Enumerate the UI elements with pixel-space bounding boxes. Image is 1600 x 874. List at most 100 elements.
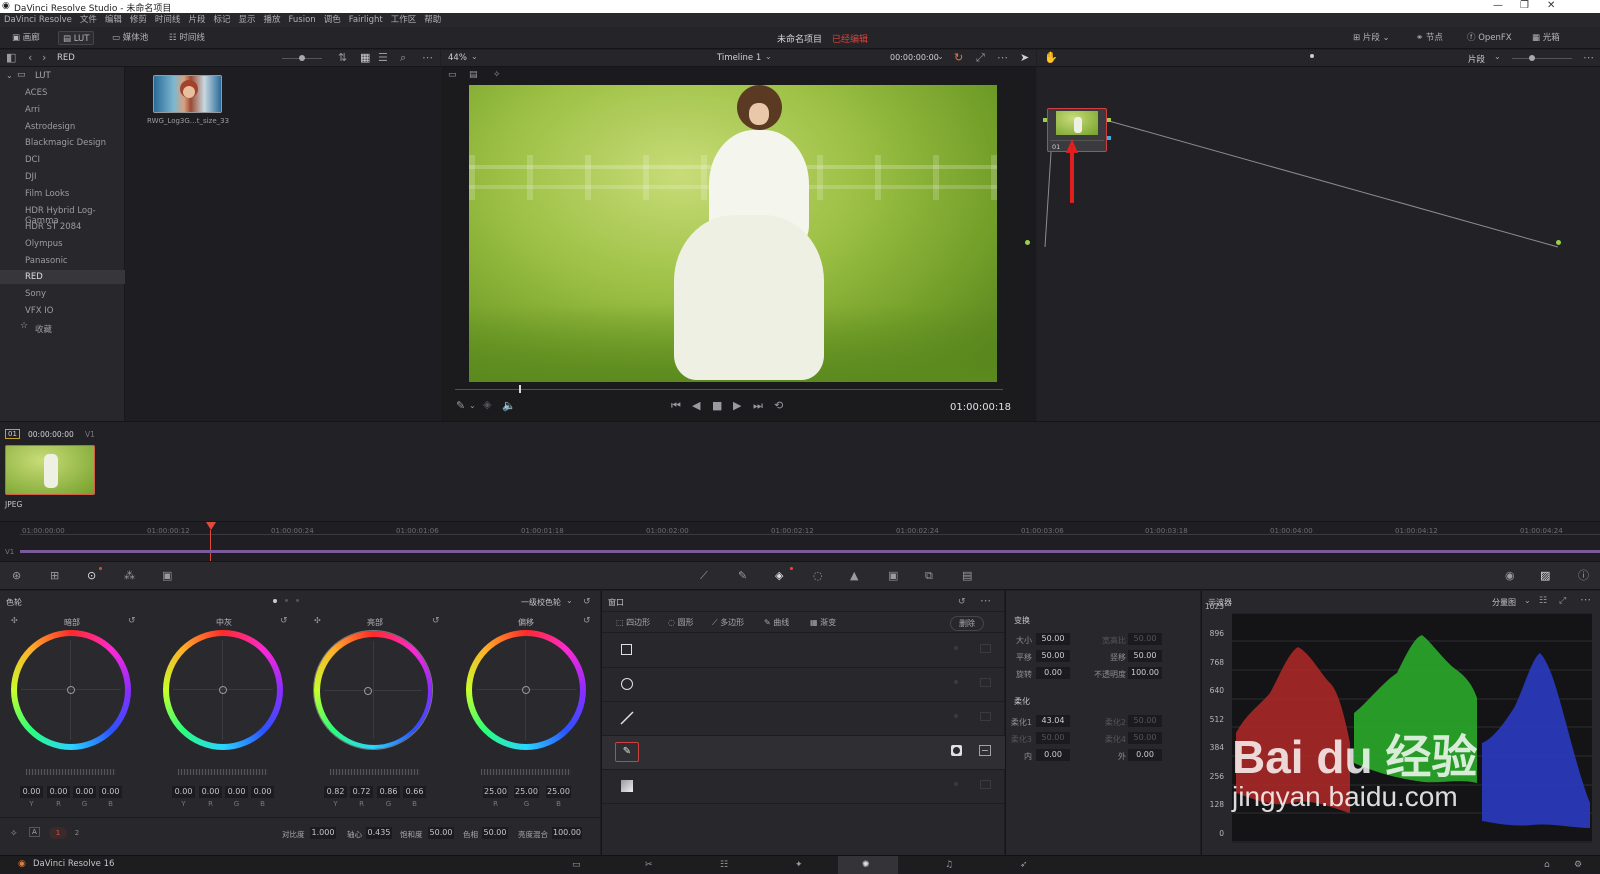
key-icon[interactable]: ⧉ [925,570,933,582]
wheel-mode[interactable]: 一级校色轮 [521,597,561,608]
pointer-icon[interactable]: ➤ [1020,52,1029,64]
mask-toggle[interactable] [980,780,991,789]
page-2-button[interactable]: 2 [70,827,84,839]
more-options-icon[interactable]: ⋯ [997,52,1008,64]
color-wheels-icon[interactable]: ⊙ [87,570,96,582]
cut-page-icon[interactable]: ✂ [645,859,653,871]
page-dot-active[interactable] [273,599,277,603]
fullscreen-icon[interactable]: ⤢ [1559,595,1566,607]
contrast-value[interactable]: 1.000 [310,827,336,839]
edit-page-icon[interactable]: ☷ [720,859,728,871]
menu-item[interactable]: Fusion [285,13,320,27]
lut-root[interactable]: LUT [35,71,51,81]
invert-toggle[interactable] [954,714,958,718]
soft3-field[interactable]: 50.00 [1036,732,1070,744]
invert-toggle[interactable] [954,646,958,650]
window-row-curve-active[interactable]: ✎ [602,736,1005,770]
forward-icon[interactable]: › [42,52,46,64]
timeline-name[interactable]: Timeline 1 [717,53,761,63]
more-options-icon[interactable]: ⋯ [980,595,991,607]
auto-icon[interactable]: A [29,827,40,837]
lut-thumbnail[interactable] [153,75,222,113]
chevron-down-icon[interactable]: ⌄ [566,596,573,605]
offset-wheel[interactable] [466,630,586,750]
midtones-y[interactable]: 0.00 [172,786,195,798]
saturation-value[interactable]: 50.00 [428,827,454,839]
lut-folder[interactable]: Arri [25,105,40,115]
grid-view-icon[interactable]: ▦ [360,52,370,64]
scope-settings-icon[interactable]: ☷ [1539,595,1547,607]
aspect-field[interactable]: 50.00 [1128,633,1162,645]
mask-toggle-active[interactable] [979,745,991,756]
page-1-button[interactable]: 1 [49,827,67,839]
stop-icon[interactable]: ■ [712,400,722,412]
reset-icon[interactable]: ↺ [583,615,591,627]
chevron-down-icon[interactable]: ⌄ [469,400,476,412]
lut-folder[interactable]: DJI [25,172,37,182]
fairlight-page-icon[interactable]: ♫ [945,859,953,871]
sidebar-toggle-icon[interactable]: ◧ [6,52,16,64]
midtones-b[interactable]: 0.00 [251,786,274,798]
menu-item[interactable]: 工作区 [387,13,421,27]
scrubber-handle[interactable] [519,385,521,393]
delete-button[interactable]: 删除 [950,616,984,631]
viewer-timecode-top[interactable]: 00:00:00:00 [890,53,939,62]
info-icon[interactable]: ⓘ [1578,570,1589,582]
maximize-button[interactable]: ❐ [1520,0,1529,11]
chevron-down-icon[interactable]: ⌄ [1524,596,1531,605]
window-row-line[interactable] [602,702,1005,736]
lut-folder[interactable]: ACES [25,88,47,98]
picker-icon[interactable]: ✣ [11,615,18,627]
hand-icon[interactable]: ✋ [1044,52,1058,64]
invert-toggle-active[interactable] [951,745,962,756]
gradient-window-tool[interactable]: ▦ 渐变 [810,617,836,628]
shadows-wheel[interactable] [11,630,131,750]
more-options-icon[interactable]: ⋯ [1583,52,1594,64]
midtones-g[interactable]: 0.00 [225,786,248,798]
shadows-r[interactable]: 0.00 [47,786,70,798]
lut-folder[interactable]: Astrodesign [25,122,75,132]
offset-b[interactable]: 25.00 [546,786,571,798]
menu-item[interactable]: DaVinci Resolve [0,13,76,27]
play-icon[interactable]: ▶ [733,400,741,412]
highlights-b[interactable]: 0.66 [403,786,426,798]
soft4-field[interactable]: 50.00 [1128,732,1162,744]
motion-effects-icon[interactable]: ▣ [162,570,172,582]
home-icon[interactable]: ⌂ [1544,859,1550,871]
playhead-marker[interactable] [206,522,216,530]
picker-icon[interactable]: ✣ [314,615,321,627]
go-to-start-icon[interactable]: ⏮ [671,400,681,412]
menu-item[interactable]: 帮助 [420,13,445,27]
size-field[interactable]: 50.00 [1036,633,1070,645]
minimize-button[interactable]: — [1493,0,1503,11]
scope-mode[interactable]: 分量图 [1492,597,1516,608]
chevron-down-icon[interactable]: ⌄ [471,52,478,61]
node-output-alpha[interactable] [1107,136,1111,140]
gear-icon[interactable]: ⚙ [1574,859,1582,871]
lut-folder[interactable]: Sony [25,289,46,299]
pivot-value[interactable]: 0.435 [366,827,392,839]
stereo-icon[interactable]: ◉ [1505,570,1515,582]
list-view-icon[interactable]: ☰ [378,52,388,64]
clips-button[interactable]: ⊞ 片段 ⌄ [1349,31,1394,45]
pen-icon[interactable]: ✎ [615,742,639,762]
split-icon[interactable]: ▤ [469,69,478,81]
node-zoom-handle[interactable] [1529,55,1535,61]
page-dot[interactable] [296,599,299,602]
lightbox-button[interactable]: ▦ 光箱 [1528,31,1564,45]
window-tool-icon[interactable]: ◈ [775,570,783,582]
back-icon[interactable]: ‹ [28,52,32,64]
midtones-wheel[interactable] [163,630,283,750]
node-input-rgb[interactable] [1043,118,1047,122]
mask-toggle[interactable] [980,644,991,653]
chevron-down-icon[interactable]: ⌄ [6,71,13,80]
loop-icon[interactable]: ⟲ [774,400,783,412]
highlights-g[interactable]: 0.86 [377,786,400,798]
window-row-circle[interactable] [602,668,1005,702]
openfx-button[interactable]: ⓕ OpenFX [1463,31,1516,45]
ruler-ticks[interactable]: 01:00:00:00 01:00:00:12 01:00:00:24 01:0… [20,522,1600,535]
opacity-field[interactable]: 100.00 [1128,667,1162,679]
menu-item[interactable]: 时间线 [151,13,185,27]
color-match-icon[interactable]: ⊞ [50,570,59,582]
polygon-window-tool[interactable]: ⟋ 多边形 [712,617,744,628]
